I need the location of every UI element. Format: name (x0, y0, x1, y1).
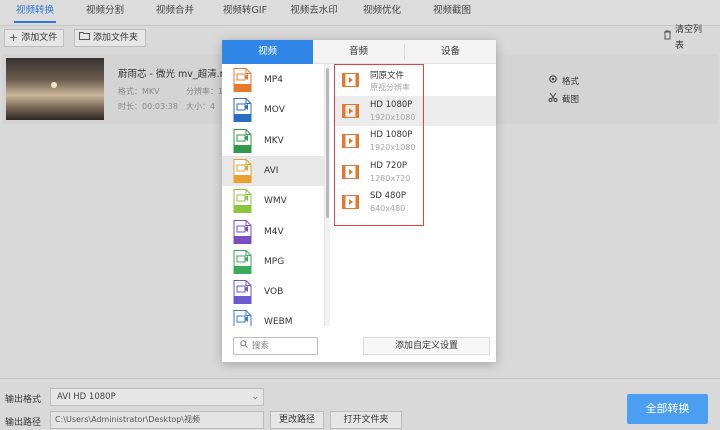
video-file-icon (342, 195, 359, 209)
resolution-item[interactable]: SD 480P 640x480 (334, 187, 496, 217)
resolution-size: 1280x720 (370, 173, 411, 183)
format-item-mp4[interactable]: MP4 (222, 65, 324, 95)
resolution-list: 同原文件原视分辨率 HD 1080P 1920x1080 HD 1080P 1920x1… (334, 64, 496, 326)
tab-video-merge[interactable]: 视频合并 (148, 0, 202, 26)
clear-list-button[interactable]: 清空列表 (658, 25, 714, 51)
folder-icon (79, 30, 90, 46)
video-thumbnail (6, 58, 104, 120)
popup-tabs: 视频 音频 设备 (222, 40, 496, 64)
file-format-icon (233, 128, 252, 153)
format-search-input[interactable]: 搜索 (233, 337, 318, 355)
tab-video-screenshot[interactable]: 视频截图 (425, 0, 479, 26)
tab-video-split[interactable]: 视频分割 (78, 0, 132, 26)
format-item-vob[interactable]: VOB (222, 277, 324, 307)
file-format-icon (233, 280, 252, 305)
format-action[interactable]: 格式 (548, 74, 579, 87)
convert-all-button[interactable]: 全部转换 (627, 394, 708, 424)
clear-list-label: 清空列表 (675, 25, 703, 51)
resolution-size: 1920x1080 (370, 112, 416, 122)
format-item-webm[interactable]: WEBM (222, 307, 324, 326)
add-custom-settings-button[interactable]: 添加自定义设置 (363, 337, 490, 355)
file-format-icon (233, 158, 252, 183)
add-folder-label: 添加文件夹 (93, 33, 139, 43)
file-format-icon (233, 189, 252, 214)
file-format-icon (233, 249, 252, 274)
format-item-mpg[interactable]: MPG (222, 247, 324, 277)
video-file-icon (342, 134, 359, 148)
resolution-size: 原视分辨率 (370, 83, 410, 92)
format-item-label: MOV (264, 105, 285, 116)
resolution-item[interactable]: HD 1080P 1920x1080 (334, 95, 496, 126)
scissors-icon (548, 92, 558, 105)
format-item-m4v[interactable]: M4V (222, 217, 324, 247)
file-format: 格式：MKV (118, 87, 160, 96)
screenshot-action[interactable]: 截图 (548, 92, 579, 105)
tab-video-gif[interactable]: 视频转GIF (216, 0, 274, 26)
output-format-select[interactable]: AVI HD 1080P ⌄ (50, 388, 264, 406)
resolution-item[interactable]: HD 1080P 1920x1080 (334, 126, 496, 156)
file-duration: 时长：00:03:38 (118, 102, 178, 111)
file-name: 蔚雨芯 - 微光 mv_超清.ml (118, 69, 232, 80)
format-item-label: WEBM (264, 317, 293, 326)
file-format-icon (233, 98, 252, 123)
top-tab-bar: 视频转换 视频分割 视频合并 视频转GIF 视频去水印 视频优化 视频截图 (0, 0, 720, 26)
popup-tab-device[interactable]: 设备 (405, 40, 496, 64)
gear-icon (548, 74, 558, 87)
add-file-button[interactable]: + 添加文件 (4, 29, 64, 47)
output-path-label: 输出路径 (5, 418, 42, 428)
bottom-bar: 输出格式 AVI HD 1080P ⌄ 输出路径 C:\Users\Admini… (0, 378, 720, 430)
popup-tab-audio[interactable]: 音频 (313, 40, 404, 64)
search-placeholder: 搜索 (252, 341, 270, 351)
format-popup: 视频 音频 设备 MP4 MOV MKV AVI WMV M4V MPG VOB WEBM 同原… (222, 40, 496, 362)
output-format-label: 输出格式 (5, 395, 42, 405)
format-list: MP4 MOV MKV AVI WMV M4V MPG VOB WEBM (222, 64, 325, 326)
tab-video-optimize[interactable]: 视频优化 (357, 0, 407, 26)
format-item-label: MKV (264, 135, 284, 146)
resolution-item[interactable]: HD 720P 1280x720 (334, 157, 496, 187)
scrollbar-thumb[interactable] (326, 68, 329, 218)
video-file-icon (342, 73, 359, 87)
trash-icon (663, 30, 672, 46)
format-list-scrollbar[interactable] (325, 64, 330, 326)
resolution-size: 1920x1080 (370, 143, 416, 152)
format-item-mov[interactable]: MOV (222, 95, 324, 125)
resolution-name: HD 720P (370, 160, 407, 171)
format-item-label: MPG (264, 256, 285, 267)
screenshot-action-label: 截图 (562, 94, 580, 105)
add-file-label: 添加文件 (21, 33, 58, 43)
format-item-label: M4V (264, 226, 284, 237)
format-item-label: WMV (264, 196, 287, 207)
video-file-icon (342, 164, 359, 179)
file-format-icon (233, 310, 252, 326)
format-item-label: AVI (264, 165, 279, 176)
tab-video-convert[interactable]: 视频转换 (8, 0, 62, 26)
popup-tab-video[interactable]: 视频 (222, 40, 313, 64)
resolution-item[interactable]: 同原文件 原视分辨率 (334, 65, 496, 95)
file-size: 大小：4 (186, 102, 216, 111)
file-resolution: 分辨率：1 (186, 87, 224, 96)
output-format-value: AVI HD 1080P (57, 392, 116, 402)
format-item-label: MP4 (264, 75, 283, 85)
format-item-avi[interactable]: AVI (222, 155, 324, 186)
output-path-field[interactable]: C:\Users\Administrator\Desktop\视频 (50, 411, 264, 429)
format-item-wmv[interactable]: WMV (222, 186, 324, 216)
resolution-name: SD 480P (370, 191, 406, 201)
chevron-down-icon: ⌄ (251, 392, 259, 402)
resolution-size: 640x480 (370, 204, 406, 213)
file-format-icon (233, 68, 252, 92)
tab-remove-watermark[interactable]: 视频去水印 (284, 0, 344, 26)
resolution-name: 同原文件 (370, 71, 405, 81)
change-path-button[interactable]: 更改路径 (270, 411, 324, 429)
format-action-label: 格式 (562, 76, 580, 87)
open-folder-button[interactable]: 打开文件夹 (330, 411, 402, 429)
format-item-label: VOB (264, 287, 284, 298)
plus-icon: + (9, 31, 19, 44)
search-icon (240, 338, 248, 354)
file-format-icon (233, 219, 252, 244)
resolution-name: HD 1080P (370, 99, 413, 110)
resolution-name: HD 1080P (370, 130, 413, 140)
video-file-icon (342, 103, 359, 118)
format-item-mkv[interactable]: MKV (222, 126, 324, 156)
add-folder-button[interactable]: 添加文件夹 (74, 29, 146, 47)
